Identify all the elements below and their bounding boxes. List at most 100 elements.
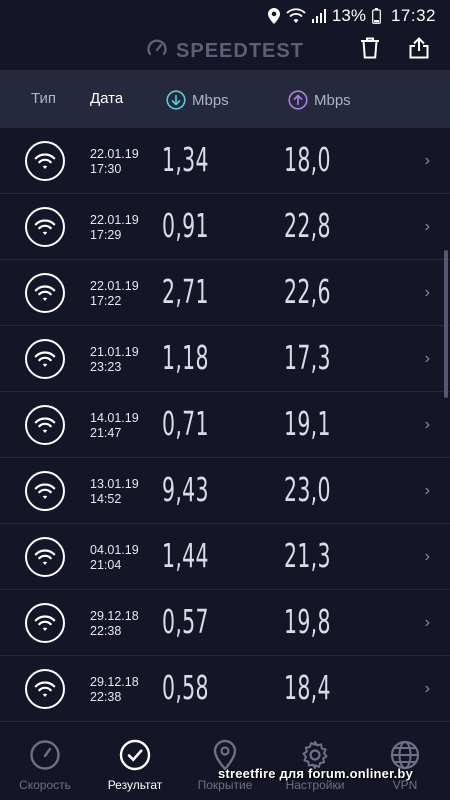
wifi-icon <box>25 207 65 247</box>
result-datetime: 14.01.19 21:47 <box>90 411 139 441</box>
chevron-right-icon: › <box>424 218 430 235</box>
delete-button[interactable] <box>356 36 384 64</box>
app-title: SPEEDTEST <box>176 39 304 62</box>
nav-speed[interactable]: Скорость <box>0 738 90 792</box>
result-row[interactable]: 29.12.18 22:38 0,57 19,8 › <box>0 590 450 656</box>
result-date: 14.01.19 <box>90 411 139 425</box>
chevron-right-icon: › <box>424 284 430 301</box>
download-value: 9,43 <box>162 470 209 509</box>
result-datetime: 29.12.18 22:38 <box>90 675 139 705</box>
download-value: 0,57 <box>162 602 209 641</box>
result-row[interactable]: 22.01.19 17:22 2,71 22,6 › <box>0 260 450 326</box>
chevron-right-icon: › <box>424 614 430 631</box>
wifi-icon <box>25 141 65 181</box>
column-date-label: Дата <box>90 90 124 107</box>
wifi-icon <box>25 471 65 511</box>
upload-value: 22,8 <box>284 206 331 245</box>
column-header: Тип Дата Mbps Mbps <box>0 70 450 128</box>
result-time: 22:38 <box>90 690 122 704</box>
chevron-right-icon: › <box>424 548 430 565</box>
result-datetime: 04.01.19 21:04 <box>90 543 139 573</box>
trash-icon <box>360 37 380 64</box>
result-time: 22:38 <box>90 624 122 638</box>
result-time: 17:22 <box>90 294 122 308</box>
column-type[interactable]: Тип <box>31 90 56 107</box>
result-row[interactable]: 29.12.18 22:38 0,58 18,4 › <box>0 656 450 722</box>
wifi-icon <box>25 669 65 709</box>
result-date: 22.01.19 <box>90 213 139 227</box>
status-time: 17:32 <box>390 6 436 25</box>
speedometer-icon <box>29 738 61 772</box>
share-button[interactable] <box>405 36 433 64</box>
download-value: 1,44 <box>162 536 209 575</box>
upload-value: 21,3 <box>284 536 331 575</box>
result-date: 29.12.18 <box>90 609 139 623</box>
result-time: 17:29 <box>90 228 122 242</box>
wifi-icon <box>25 405 65 445</box>
result-row[interactable]: 22.01.19 17:30 1,34 18,0 › <box>0 128 450 194</box>
battery-percent: 13% <box>331 6 366 25</box>
result-datetime: 21.01.19 23:23 <box>90 345 139 375</box>
chevron-right-icon: › <box>424 152 430 169</box>
download-value: 0,91 <box>162 206 209 245</box>
app-header: SPEEDTEST <box>0 32 450 70</box>
result-row[interactable]: 14.01.19 21:47 0,71 19,1 › <box>0 392 450 458</box>
location-icon <box>267 8 280 24</box>
wifi-icon <box>25 273 65 313</box>
signal-icon <box>311 9 326 23</box>
result-date: 04.01.19 <box>90 543 139 557</box>
chevron-right-icon: › <box>424 680 430 697</box>
column-download[interactable]: Mbps <box>166 90 229 110</box>
nav-results-label: Результат <box>107 778 163 792</box>
wifi-status-icon <box>286 8 306 24</box>
upload-arrow-icon <box>288 90 308 110</box>
speedtest-logo-icon <box>146 38 168 64</box>
nav-vpn[interactable]: VPN <box>360 738 450 792</box>
download-value: 2,71 <box>162 272 209 311</box>
upload-value: 18,0 <box>284 140 331 179</box>
download-value: 0,58 <box>162 668 209 707</box>
result-datetime: 22.01.19 17:22 <box>90 279 139 309</box>
column-upload-label: Mbps <box>314 91 351 109</box>
upload-value: 17,3 <box>284 338 331 377</box>
column-upload[interactable]: Mbps <box>288 90 351 110</box>
scrollbar[interactable] <box>444 250 448 398</box>
result-time: 21:47 <box>90 426 122 440</box>
column-type-label: Тип <box>31 90 57 107</box>
chevron-right-icon: › <box>424 482 430 499</box>
upload-value: 22,6 <box>284 272 331 311</box>
download-value: 0,71 <box>162 404 209 443</box>
result-row[interactable]: 04.01.19 21:04 1,44 21,3 › <box>0 524 450 590</box>
result-date: 22.01.19 <box>90 279 139 293</box>
result-time: 21:04 <box>90 558 122 572</box>
result-row[interactable]: 13.01.19 14:52 9,43 23,0 › <box>0 458 450 524</box>
upload-value: 23,0 <box>284 470 331 509</box>
download-value: 1,18 <box>162 338 209 377</box>
upload-value: 18,4 <box>284 668 331 707</box>
status-bar: 13% 17:32 <box>0 0 450 32</box>
result-row[interactable]: 22.01.19 17:29 0,91 22,8 › <box>0 194 450 260</box>
download-value: 1,34 <box>162 140 209 179</box>
results-list[interactable]: 22.01.19 17:30 1,34 18,0 › 22.01.19 17:2… <box>0 128 450 734</box>
result-datetime: 22.01.19 17:29 <box>90 213 139 243</box>
upload-value: 19,1 <box>284 404 331 443</box>
result-row[interactable]: 21.01.19 23:23 1,18 17,3 › <box>0 326 450 392</box>
share-icon <box>409 36 429 64</box>
column-date[interactable]: Дата <box>90 90 123 107</box>
nav-settings[interactable]: Настройки <box>270 738 360 792</box>
column-download-label: Mbps <box>192 91 229 109</box>
download-arrow-icon <box>166 90 186 110</box>
result-date: 21.01.19 <box>90 345 139 359</box>
nav-speed-label: Скорость <box>19 778 71 792</box>
nav-results[interactable]: Результат <box>90 738 180 792</box>
result-date: 22.01.19 <box>90 147 139 161</box>
wifi-icon <box>25 537 65 577</box>
chevron-right-icon: › <box>424 416 430 433</box>
wifi-icon <box>25 603 65 643</box>
result-datetime: 22.01.19 17:30 <box>90 147 139 177</box>
nav-coverage[interactable]: Покрытие <box>180 738 270 792</box>
result-datetime: 29.12.18 22:38 <box>90 609 139 639</box>
wifi-icon <box>25 339 65 379</box>
watermark: streetfire для forum.onliner.by <box>218 766 413 781</box>
chevron-right-icon: › <box>424 350 430 367</box>
